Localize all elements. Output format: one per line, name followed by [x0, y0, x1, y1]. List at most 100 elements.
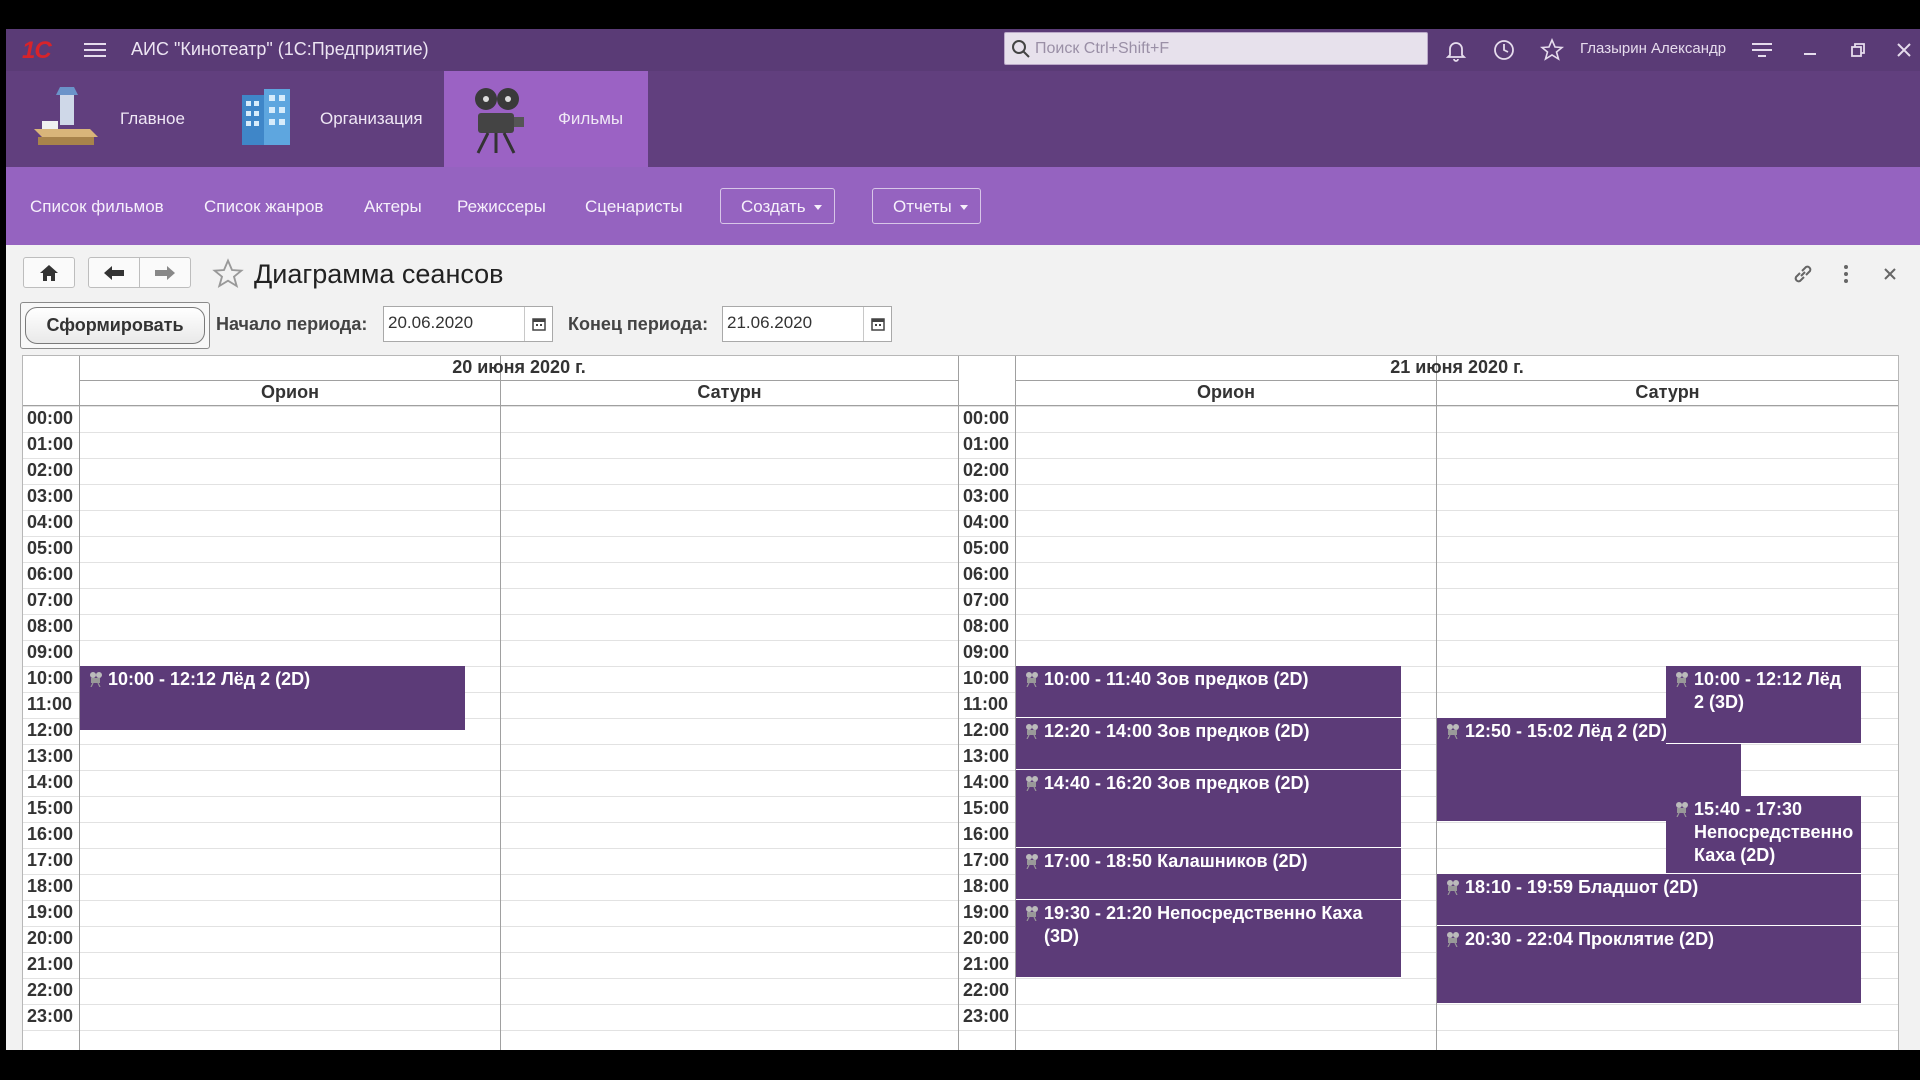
- app-logo: 1С: [22, 37, 52, 64]
- search-box[interactable]: [1004, 32, 1428, 65]
- reports-menu-button[interactable]: Отчеты: [872, 188, 981, 224]
- session-block[interactable]: 20:30 - 22:04 Проклятие (2D): [1437, 926, 1861, 1004]
- command-films-list[interactable]: Список фильмов: [30, 197, 164, 217]
- session-label: 15:40 - 17:30 Непосредственно Каха (2D): [1694, 799, 1854, 865]
- hour-label: 14:00: [27, 772, 74, 792]
- app-window: 1С АИС "Кинотеатр" (1С:Предприятие) Глаз…: [6, 29, 1920, 1050]
- link-icon[interactable]: [1791, 262, 1815, 286]
- hour-gridline: [23, 614, 1898, 615]
- app-title: АИС "Кинотеатр" (1С:Предприятие): [131, 39, 429, 59]
- end-date-field[interactable]: [722, 306, 892, 342]
- hall-header: Орион: [261, 382, 319, 402]
- forward-button[interactable]: [139, 257, 191, 288]
- restore-icon[interactable]: [1846, 38, 1870, 62]
- close-form-icon[interactable]: [1880, 262, 1900, 286]
- chevron-down-icon: [813, 205, 822, 211]
- projector-icon: [475, 88, 524, 154]
- reports-label: Отчеты: [893, 197, 952, 216]
- command-screenwriters[interactable]: Сценаристы: [585, 197, 683, 217]
- session-label: 18:10 - 19:59 Бладшот (2D): [1465, 877, 1699, 897]
- session-block[interactable]: 10:00 - 12:12 Лёд 2 (2D): [80, 666, 465, 731]
- projector-icon: [1026, 776, 1038, 791]
- command-genres-list[interactable]: Список жанров: [204, 197, 323, 217]
- session-block[interactable]: 15:40 - 17:30 Непосредственно Каха (2D): [1666, 796, 1861, 874]
- projector-icon: [1026, 672, 1038, 687]
- hour-label: 05:00: [963, 538, 1010, 558]
- back-button[interactable]: [88, 257, 140, 288]
- session-block[interactable]: 10:00 - 12:12 Лёд 2 (3D): [1666, 666, 1861, 744]
- hour-label: 22:00: [27, 980, 74, 1000]
- section-organization[interactable]: Организация: [216, 71, 444, 167]
- session-label: 19:30 - 21:20 Непосредственно Каха (3D): [1044, 903, 1363, 946]
- session-block[interactable]: 12:20 - 14:00 Зов предков (2D): [1016, 718, 1401, 770]
- start-date-input[interactable]: [388, 313, 518, 333]
- start-date-field[interactable]: [383, 306, 553, 342]
- hour-label: 07:00: [27, 590, 74, 610]
- section-films[interactable]: Фильмы: [444, 71, 648, 167]
- hour-label: 01:00: [963, 434, 1010, 454]
- generate-button[interactable]: Сформировать: [25, 307, 205, 344]
- create-menu-button[interactable]: Создать: [720, 188, 835, 224]
- main-menu-icon[interactable]: [84, 39, 106, 61]
- hour-label: 01:00: [27, 434, 74, 454]
- bell-icon[interactable]: [1444, 38, 1468, 62]
- session-block[interactable]: 10:00 - 11:40 Зов предков (2D): [1016, 666, 1401, 718]
- start-date-calendar-button[interactable]: [524, 307, 552, 341]
- hour-label: 20:00: [27, 928, 74, 948]
- hour-label: 15:00: [963, 798, 1010, 818]
- session-block[interactable]: 19:30 - 21:20 Непосредственно Каха (3D): [1016, 900, 1401, 978]
- end-date-calendar-button[interactable]: [863, 307, 891, 341]
- projector-icon: [1676, 802, 1688, 817]
- user-name[interactable]: Глазырин Александр: [1580, 40, 1726, 57]
- day-header: 21 июня 2020 г.: [1390, 357, 1524, 377]
- commands-bar: Список фильмов Список жанров Актеры Режи…: [6, 167, 1920, 245]
- hour-label: 23:00: [27, 1006, 74, 1026]
- favorites-icon[interactable]: [1540, 38, 1564, 62]
- command-directors[interactable]: Режиссеры: [457, 197, 546, 217]
- title-bar: 1С АИС "Кинотеатр" (1С:Предприятие) Глаз…: [6, 29, 1920, 71]
- hour-label: 03:00: [27, 486, 74, 506]
- session-block[interactable]: 18:10 - 19:59 Бладшот (2D): [1437, 874, 1861, 926]
- session-block[interactable]: 17:00 - 18:50 Калашников (2D): [1016, 848, 1401, 900]
- hour-label: 07:00: [963, 590, 1010, 610]
- hour-label: 13:00: [963, 746, 1010, 766]
- start-period-label: Начало периода:: [216, 314, 368, 334]
- search-input[interactable]: [1035, 37, 1415, 61]
- hour-label: 10:00: [963, 668, 1010, 688]
- hour-label: 14:00: [963, 772, 1010, 792]
- day-header: 20 июня 2020 г.: [452, 357, 586, 377]
- end-date-input[interactable]: [727, 313, 857, 333]
- sessions-diagram: 20 июня 2020 г. 00:00 01:00 02:00 03:00 04:00…: [22, 355, 1899, 1050]
- hour-gridline: [23, 406, 1898, 407]
- hour-gridline: [23, 536, 1898, 537]
- hour-label: 02:00: [27, 460, 74, 480]
- form-title: Диаграмма сеансов: [254, 259, 504, 289]
- hour-label: 21:00: [963, 954, 1010, 974]
- building-icon: [242, 89, 290, 145]
- session-label: 10:00 - 12:12 Лёд 2 (3D): [1694, 669, 1842, 712]
- hall-header: Сатурн: [1635, 382, 1700, 402]
- settings-menu-icon[interactable]: [1750, 38, 1774, 62]
- minimize-icon[interactable]: [1798, 38, 1822, 62]
- more-icon[interactable]: [1840, 262, 1852, 286]
- projector-icon: [1026, 906, 1038, 921]
- section-label: Фильмы: [558, 109, 624, 128]
- hour-label: 05:00: [27, 538, 74, 558]
- close-icon[interactable]: [1892, 38, 1916, 62]
- section-label: Главное: [120, 109, 185, 128]
- favorite-star-icon[interactable]: [212, 258, 244, 290]
- section-main[interactable]: Главное: [20, 71, 200, 167]
- command-actors[interactable]: Актеры: [364, 197, 422, 217]
- projector-icon: [1447, 880, 1459, 895]
- hour-gridline: [23, 1004, 1898, 1005]
- hall-header: Орион: [1197, 382, 1255, 402]
- hour-gridline: [23, 510, 1898, 511]
- hour-label: 02:00: [963, 460, 1010, 480]
- home-button[interactable]: [23, 257, 75, 288]
- hour-gridline: [23, 484, 1898, 485]
- session-block[interactable]: 14:40 - 16:20 Зов предков (2D): [1016, 770, 1401, 848]
- hour-label: 06:00: [27, 564, 74, 584]
- hour-label: 22:00: [963, 980, 1010, 1000]
- hour-label: 15:00: [27, 798, 74, 818]
- history-icon[interactable]: [1492, 38, 1516, 62]
